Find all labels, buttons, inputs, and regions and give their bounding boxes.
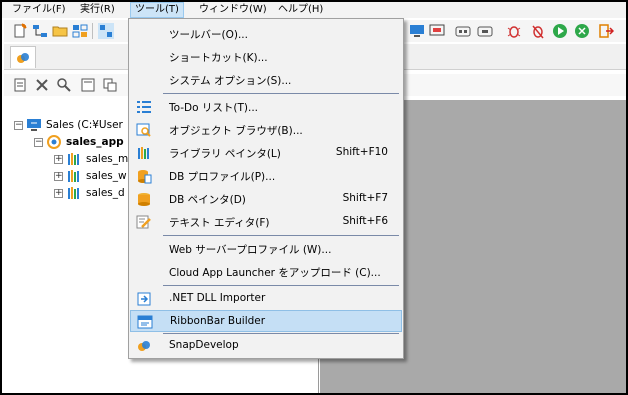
menu-file[interactable]: ファイル(F) bbox=[8, 2, 70, 18]
menu-item-label: .NET DLL Importer bbox=[169, 292, 266, 304]
target-icon bbox=[47, 135, 61, 149]
menu-item-label: オブジェクト ブラウザ(B)... bbox=[169, 125, 303, 137]
target-label: sales_app bbox=[66, 136, 124, 148]
workspace-label: Sales (C:¥User bbox=[46, 119, 123, 131]
menu-item-label: テキスト エディタ(F) bbox=[169, 217, 270, 229]
tools-menu-dropdown: ツールバー(O)... ショートカット(K)... システム オプション(S).… bbox=[128, 18, 404, 359]
menu-item-label: ライブラリ ペインタ(L) bbox=[169, 148, 281, 160]
menu-item-web-server-profile[interactable]: Web サーバープロファイル (W)... bbox=[130, 238, 402, 260]
ribbonbar-builder-icon bbox=[137, 315, 153, 329]
select-run-icon[interactable] bbox=[574, 23, 590, 39]
todo-list-icon bbox=[137, 101, 151, 113]
menu-item-label: ツールバー(O)... bbox=[169, 29, 248, 41]
library-icon bbox=[68, 170, 79, 182]
expand-icon[interactable]: + bbox=[54, 172, 63, 181]
menu-run[interactable]: 実行(R) bbox=[76, 2, 119, 18]
menu-item-label: To-Do リスト(T)... bbox=[169, 102, 259, 114]
calculator-icon[interactable] bbox=[80, 77, 96, 93]
menu-item-system-options[interactable]: システム オプション(S)... bbox=[130, 69, 402, 91]
menu-item-object-browser[interactable]: オブジェクト ブラウザ(B)... bbox=[130, 119, 402, 141]
copy-icon[interactable] bbox=[102, 77, 118, 93]
snapdevelop-tab[interactable] bbox=[10, 46, 36, 68]
menu-separator bbox=[163, 93, 399, 94]
menu-item-dll-importer[interactable]: .NET DLL Importer bbox=[130, 288, 402, 310]
exit-icon[interactable] bbox=[598, 23, 614, 39]
menu-item-toolbar[interactable]: ツールバー(O)... bbox=[130, 23, 402, 45]
menu-bar: ファイル(F) 実行(R) ツール(T) ウィンドウ(W) ヘルプ(H) bbox=[2, 2, 626, 18]
menu-item-label: Web サーバープロファイル (W)... bbox=[169, 244, 332, 256]
menu-item-db-painter[interactable]: DB ペインタ(D) Shift+F7 bbox=[130, 188, 402, 210]
db-painter-icon bbox=[138, 193, 150, 206]
expand-icon[interactable]: + bbox=[54, 189, 63, 198]
library-label: sales_d bbox=[86, 187, 125, 199]
db-profile-icon bbox=[138, 170, 152, 184]
menu-item-label: RibbonBar Builder bbox=[170, 315, 266, 327]
object-browser-icon bbox=[136, 123, 151, 137]
menu-window[interactable]: ウィンドウ(W) bbox=[195, 2, 271, 18]
menu-item-cloud-app-launcher[interactable]: Cloud App Launcher をアップロード (C)... bbox=[130, 261, 402, 283]
menu-item-label: システム オプション(S)... bbox=[169, 75, 292, 87]
dll-importer-icon bbox=[137, 292, 151, 306]
menu-separator bbox=[163, 235, 399, 236]
monitor-icon[interactable] bbox=[409, 23, 425, 39]
library-icon bbox=[68, 187, 79, 199]
run-window-icon[interactable] bbox=[429, 23, 445, 39]
menu-item-db-profile[interactable]: DB プロファイル(P)... bbox=[130, 165, 402, 187]
menu-tools[interactable]: ツール(T) bbox=[130, 2, 184, 18]
deploy-icon[interactable] bbox=[455, 23, 471, 39]
workspace-icon bbox=[27, 119, 41, 131]
inherit-icon[interactable] bbox=[32, 23, 48, 39]
menu-item-ribbonbar-builder[interactable]: RibbonBar Builder bbox=[130, 310, 402, 332]
menu-item-label: SnapDevelop bbox=[169, 339, 239, 351]
collapse-icon[interactable]: − bbox=[14, 121, 23, 130]
tools-icon[interactable] bbox=[34, 77, 50, 93]
menu-item-text-editor[interactable]: テキスト エディタ(F) Shift+F6 bbox=[130, 211, 402, 233]
menu-item-label: DB ペインタ(D) bbox=[169, 194, 246, 206]
open-folder-icon[interactable] bbox=[52, 23, 68, 39]
build-icon[interactable] bbox=[477, 23, 493, 39]
menu-item-snapdevelop[interactable]: SnapDevelop bbox=[130, 335, 402, 357]
stop-debug-icon[interactable] bbox=[530, 23, 546, 39]
menu-item-label: ショートカット(K)... bbox=[169, 52, 268, 64]
library-label: sales_w bbox=[86, 170, 127, 182]
library-painter-icon bbox=[138, 147, 149, 159]
menu-help[interactable]: ヘルプ(H) bbox=[274, 2, 327, 18]
app-window: ファイル(F) 実行(R) ツール(T) ウィンドウ(W) ヘルプ(H) − S… bbox=[0, 0, 628, 395]
menu-item-shortcut-text: Shift+F6 bbox=[342, 215, 388, 227]
library-icon bbox=[68, 153, 79, 165]
menu-separator bbox=[163, 285, 399, 286]
library-label: sales_m bbox=[86, 153, 129, 165]
menu-item-shortcut[interactable]: ショートカット(K)... bbox=[130, 46, 402, 68]
properties-icon[interactable] bbox=[12, 77, 28, 93]
toolbar-separator bbox=[92, 23, 93, 39]
new-icon[interactable] bbox=[12, 23, 28, 39]
run-icon[interactable] bbox=[552, 23, 568, 39]
menu-item-todo-list[interactable]: To-Do リスト(T)... bbox=[130, 96, 402, 118]
menu-item-shortcut-text: Shift+F7 bbox=[342, 192, 388, 204]
menu-item-label: Cloud App Launcher をアップロード (C)... bbox=[169, 267, 381, 279]
snapdevelop-icon bbox=[138, 341, 150, 351]
menu-item-label: DB プロファイル(P)... bbox=[169, 171, 276, 183]
search-object-icon[interactable] bbox=[56, 77, 72, 93]
collapse-icon[interactable]: − bbox=[34, 138, 43, 147]
menu-item-shortcut-text: Shift+F10 bbox=[335, 146, 388, 158]
menu-separator bbox=[163, 333, 399, 334]
menu-item-library-painter[interactable]: ライブラリ ペインタ(L) Shift+F10 bbox=[130, 142, 402, 164]
debug-icon[interactable] bbox=[506, 23, 522, 39]
workspace-icon[interactable] bbox=[72, 23, 88, 39]
expand-icon[interactable]: + bbox=[54, 155, 63, 164]
snapdevelop-icon bbox=[17, 53, 29, 63]
text-editor-icon bbox=[136, 215, 151, 229]
library-icon[interactable] bbox=[98, 23, 114, 39]
